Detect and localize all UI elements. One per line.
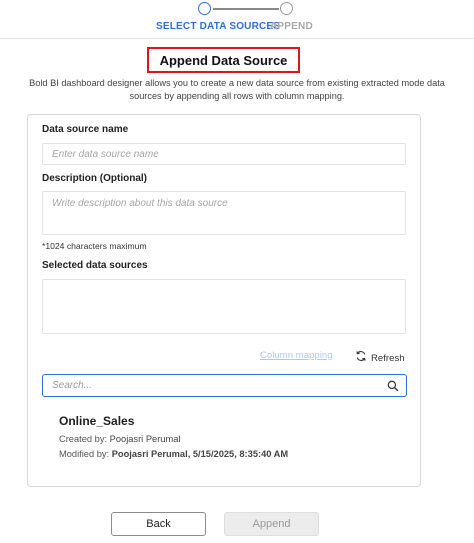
- created-by-line: Created by: Poojasri Perumal: [59, 434, 180, 444]
- created-by-value: Poojasri Perumal: [109, 434, 181, 444]
- step-1-indicator-icon: [198, 2, 211, 15]
- refresh-icon: [355, 349, 367, 367]
- column-mapping-link[interactable]: Column mapping: [260, 350, 333, 361]
- data-source-item-name[interactable]: Online_Sales: [59, 414, 134, 428]
- modified-by-value: Poojasri Perumal, 5/15/2025, 8:35:40 AM: [111, 449, 289, 459]
- append-button[interactable]: Append: [224, 512, 319, 536]
- search-icon[interactable]: [387, 379, 399, 397]
- search-input[interactable]: [43, 375, 391, 396]
- step-2-indicator-icon: [280, 2, 293, 15]
- description-textarea[interactable]: [42, 191, 406, 235]
- selected-sources-list[interactable]: [42, 279, 406, 334]
- modified-by-line: Modified by: Poojasri Perumal, 5/15/2025…: [59, 449, 288, 459]
- form-panel: Data source name Description (Optional) …: [27, 114, 421, 487]
- data-source-name-input[interactable]: [42, 143, 406, 165]
- description-label: Description (Optional): [42, 173, 147, 184]
- created-by-label: Created by:: [59, 434, 108, 444]
- modified-by-label: Modified by:: [59, 449, 110, 459]
- wizard-stepper: SELECT DATA SOURCES APPEND: [0, 0, 474, 39]
- dialog-title: Append Data Source: [147, 47, 300, 73]
- step-1-label: SELECT DATA SOURCES: [156, 21, 281, 32]
- selected-sources-label: Selected data sources: [42, 260, 148, 271]
- dialog-description: Bold BI dashboard designer allows you to…: [29, 78, 445, 101]
- char-limit-hint: *1024 characters maximum: [42, 241, 147, 251]
- name-label: Data source name: [42, 124, 129, 135]
- back-button[interactable]: Back: [111, 512, 206, 536]
- step-2-label: APPEND: [270, 21, 313, 32]
- refresh-label: Refresh: [371, 352, 405, 364]
- step-connector: [213, 8, 279, 10]
- search-box[interactable]: [42, 374, 407, 397]
- refresh-button[interactable]: Refresh: [355, 349, 405, 367]
